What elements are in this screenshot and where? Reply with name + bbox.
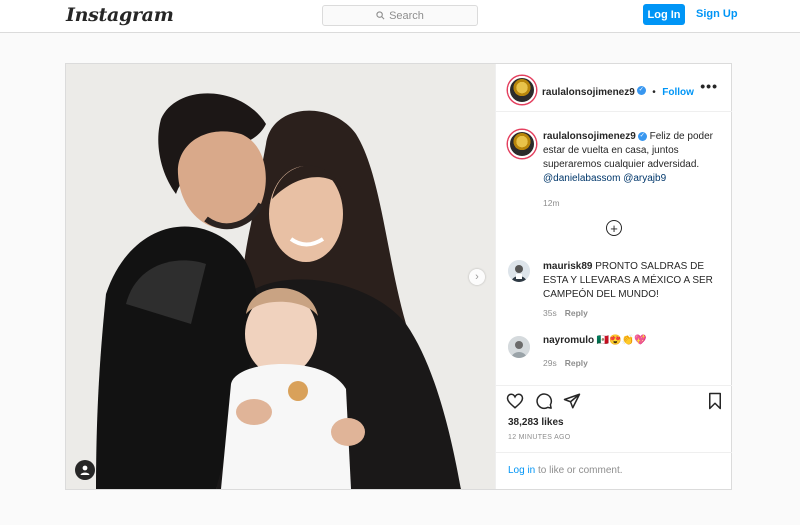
more-options-icon[interactable]: ••• [700,78,718,94]
reply-button[interactable]: Reply [565,358,588,368]
share-send-icon[interactable] [563,392,581,410]
login-prompt-text: to like or comment. [535,465,623,476]
caption-time: 12m [543,198,560,208]
author-avatar[interactable] [508,76,536,104]
like-heart-icon[interactable] [506,392,524,410]
follow-button[interactable]: Follow [662,87,694,98]
separator-dot: • [652,87,656,98]
commenter-avatar[interactable] [508,260,530,282]
comment-body: 🇲🇽😍👏💖 [596,335,647,346]
caption-username[interactable]: raulalonsojimenez9 [543,131,636,142]
likes-count[interactable]: 38,283 likes [508,417,564,428]
signup-link[interactable]: Sign Up [696,8,738,20]
comment-time: 35s [543,308,557,318]
author-username[interactable]: raulalonsojimenez9 [542,87,635,98]
top-navigation-bar: Instagram Search Log In Sign Up [0,0,800,33]
post-card: › raulalonsojimenez9 ✓ • Follow ••• raula… [65,63,732,490]
mention-link[interactable]: @danielabassom [543,173,620,184]
post-timestamp: 12 MINUTES AGO [508,434,571,441]
person-icon [80,465,90,475]
instagram-logo[interactable]: Instagram [66,4,174,26]
comment-bubble-icon[interactable] [535,392,553,410]
search-icon [376,11,385,20]
commenter-avatar[interactable] [508,336,530,358]
comment-1-meta: 35s Reply [543,308,588,318]
login-to-comment-bar: Log in to like or comment. [496,452,732,489]
author-line: raulalonsojimenez9 ✓ • Follow [542,82,694,100]
post-sidebar: raulalonsojimenez9 ✓ • Follow ••• raulalo… [495,64,732,489]
comment-time: 29s [543,358,557,368]
family-photo-illustration [66,64,495,489]
comment-2-meta: 29s Reply [543,358,588,368]
reply-button[interactable]: Reply [565,308,588,318]
caption-author-avatar[interactable] [508,130,536,158]
comment-username[interactable]: nayromulo [543,335,594,346]
login-button[interactable]: Log In [643,4,685,25]
user-tag-icon[interactable] [75,460,95,480]
login-link[interactable]: Log in [508,465,535,476]
post-caption: raulalonsojimenez9 ✓ Feliz de poder estar… [543,130,721,210]
post-photo[interactable]: › [66,64,495,489]
save-bookmark-icon[interactable] [706,392,724,410]
search-placeholder: Search [389,9,424,22]
verified-badge-icon: ✓ [636,86,646,96]
post-header: raulalonsojimenez9 ✓ • Follow ••• [496,64,732,112]
search-input[interactable]: Search [322,5,478,26]
comment-username[interactable]: maurisk89 [543,261,592,272]
avatar-image [508,336,530,358]
verified-badge-icon: ✓ [637,131,647,141]
next-photo-arrow-icon[interactable]: › [469,269,485,285]
load-more-comments-icon[interactable]: + [606,220,622,236]
comment-2: nayromulo 🇲🇽😍👏💖 [543,334,725,348]
post-actions [496,385,732,410]
mention-link[interactable]: @aryajb9 [623,173,666,184]
avatar-image [508,260,530,282]
comment-1: maurisk89 PRONTO SALDRAS DE ESTA Y LLEVA… [543,260,725,302]
